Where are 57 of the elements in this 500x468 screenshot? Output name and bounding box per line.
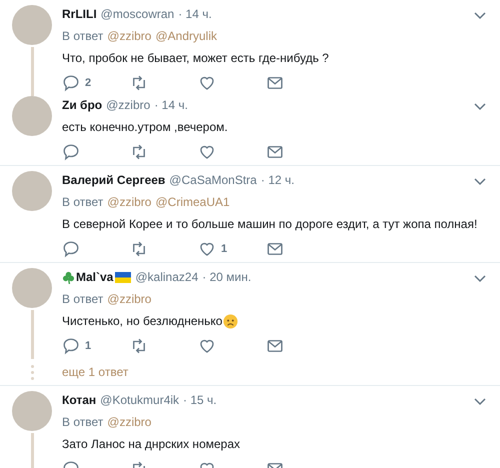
- heart-icon[interactable]: [198, 74, 216, 92]
- retweet-arrows-icon[interactable]: [130, 337, 148, 355]
- action-count: 1: [85, 338, 92, 354]
- reply-to-label: В ответ: [62, 194, 104, 211]
- mention-link[interactable]: @zzibro: [107, 193, 152, 211]
- envelope-icon[interactable]: [266, 240, 284, 258]
- tweet-text: есть конечно.утром ,вечером.: [62, 119, 228, 136]
- author-name[interactable]: Валерий Сергеев: [62, 171, 166, 189]
- heart-icon[interactable]: [198, 143, 216, 161]
- envelope-icon[interactable]: [266, 74, 284, 92]
- chevron-down-icon[interactable]: [474, 275, 486, 283]
- tweet-time[interactable]: · 14 ч.: [178, 5, 212, 23]
- tweet-text: Зато Ланос на днрских номерах: [62, 436, 240, 453]
- chevron-down-icon[interactable]: [474, 398, 486, 406]
- author-name[interactable]: Котан: [62, 391, 96, 409]
- chevron-down-icon[interactable]: [474, 12, 486, 20]
- author-handle[interactable]: @CaSaMonStra: [169, 171, 257, 189]
- retweet-arrows-icon[interactable]: [130, 240, 148, 258]
- speech-bubble-icon[interactable]: [62, 337, 80, 355]
- reply-to-label: В ответ: [62, 291, 104, 308]
- author-handle[interactable]: @Kotukmur4ik: [100, 391, 180, 409]
- author-handle[interactable]: @zzibro: [106, 96, 150, 114]
- mention-link[interactable]: @zzibro: [107, 290, 152, 308]
- chevron-down-icon[interactable]: [474, 103, 486, 111]
- action-count: 1: [221, 242, 228, 257]
- mention-link[interactable]: @zzibro: [107, 413, 152, 431]
- author-name[interactable]: Mal`va: [76, 268, 114, 286]
- envelope-icon[interactable]: [266, 143, 284, 161]
- flag-icon: [115, 272, 132, 282]
- chevron-down-icon[interactable]: [474, 178, 486, 186]
- shamrock-icon: [62, 270, 75, 284]
- envelope-icon[interactable]: [266, 337, 284, 355]
- mention-link[interactable]: @zzibro: [107, 27, 152, 45]
- reply-to-label: В ответ: [62, 28, 104, 45]
- tweet-text: В северной Корее и то больше машин по дороге ездит, а тут жопа полная!: [62, 216, 478, 233]
- speech-bubble-icon[interactable]: [62, 240, 80, 258]
- mention-link[interactable]: @CrimeaUA1: [155, 193, 230, 211]
- tweet-time[interactable]: · 14 ч.: [154, 96, 188, 114]
- tweet-time[interactable]: · 15 ч.: [183, 391, 217, 409]
- tweet-text: Чистенько, но безлюдненько: [62, 313, 222, 330]
- mention-link[interactable]: @Andryulik: [155, 27, 218, 45]
- author-name[interactable]: RrLILI: [62, 5, 97, 23]
- tweet-time[interactable]: · 20 мин.: [202, 268, 252, 286]
- action-count: 2: [85, 76, 92, 91]
- speech-bubble-icon[interactable]: [62, 143, 80, 161]
- reply-to-label: В ответ: [62, 414, 104, 431]
- heart-icon[interactable]: [198, 337, 216, 355]
- retweet-arrows-icon[interactable]: [130, 143, 148, 161]
- speech-bubble-icon[interactable]: [62, 74, 80, 92]
- author-name[interactable]: Zи бро: [62, 96, 102, 114]
- heart-icon[interactable]: [198, 240, 216, 258]
- tweet-text: Что, пробок не бывает, может есть где-нибудь ?: [62, 50, 329, 67]
- author-handle[interactable]: @moscowran: [100, 5, 174, 23]
- tweet-time[interactable]: · 12 ч.: [260, 171, 294, 189]
- retweet-arrows-icon[interactable]: [130, 74, 148, 92]
- author-handle[interactable]: @kalinaz24: [135, 268, 198, 286]
- more-replies-link[interactable]: еще 1 ответ: [62, 363, 128, 381]
